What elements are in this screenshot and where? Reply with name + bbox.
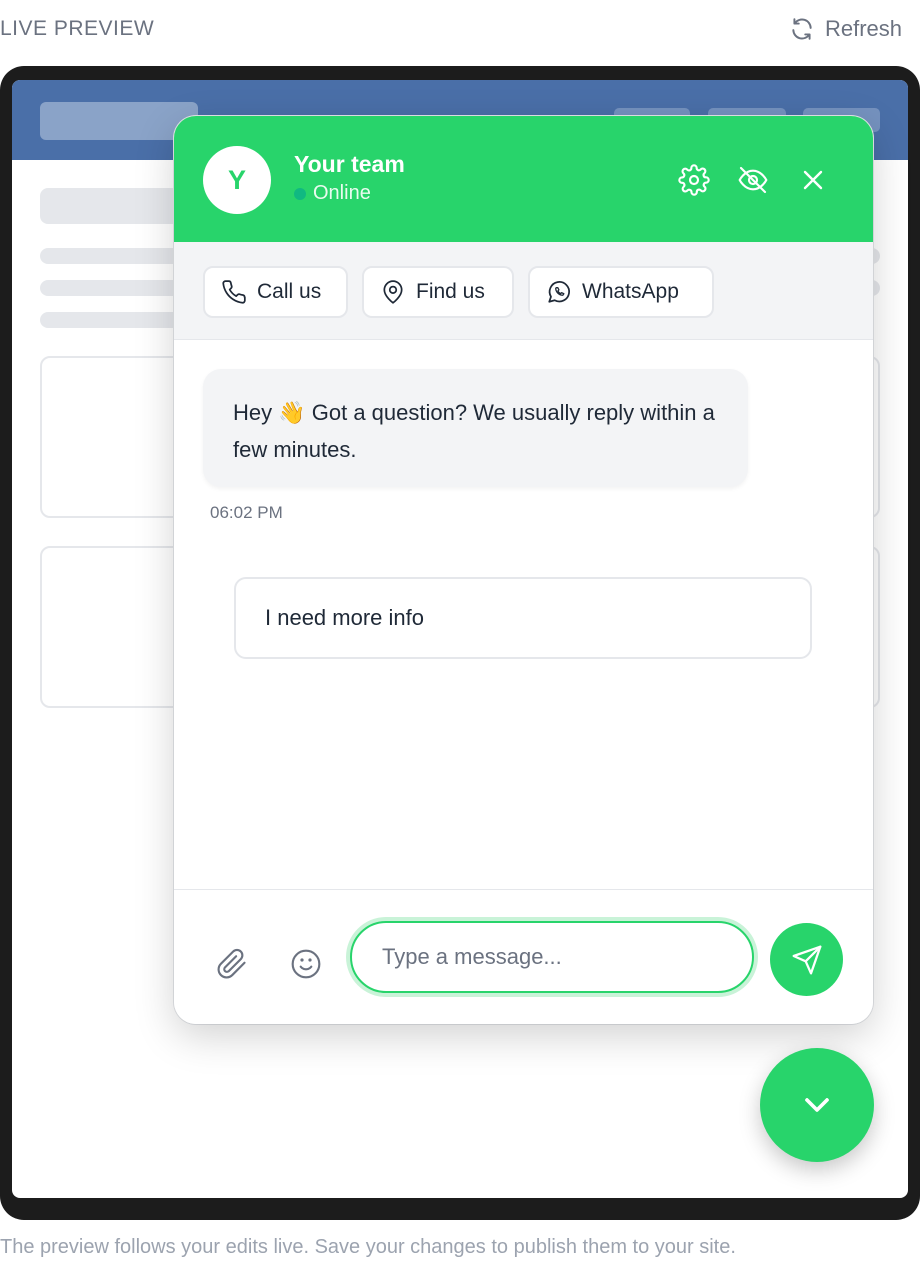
- whatsapp-icon: [548, 281, 570, 303]
- settings-button[interactable]: [676, 162, 712, 198]
- whatsapp-button[interactable]: WhatsApp: [528, 266, 714, 318]
- preview-footnote: The preview follows your edits live. Sav…: [0, 1236, 736, 1258]
- quick-actions-bar: Call us Find us WhatsApp: [174, 242, 873, 340]
- gear-icon: [678, 164, 710, 196]
- team-name: Your team: [294, 151, 405, 177]
- message-input[interactable]: [350, 921, 754, 993]
- call-us-label: Call us: [257, 280, 322, 303]
- whatsapp-label: WhatsApp: [582, 280, 679, 303]
- refresh-icon: [792, 18, 812, 40]
- send-icon: [792, 945, 821, 974]
- emoji-icon: [291, 949, 321, 979]
- hide-button[interactable]: [735, 162, 771, 198]
- close-icon: [803, 170, 823, 190]
- message-timestamp: 06:02 PM: [210, 503, 283, 522]
- preview-label: LIVE PREVIEW: [0, 17, 155, 40]
- quick-reply-option[interactable]: I need more info: [234, 577, 812, 659]
- eye-off-icon: [738, 166, 768, 194]
- find-us-button[interactable]: Find us: [362, 266, 514, 318]
- map-pin-icon: [383, 280, 403, 304]
- chevron-down-icon: [805, 1098, 829, 1112]
- status-indicator: Online: [294, 182, 371, 205]
- close-button[interactable]: [795, 162, 831, 198]
- find-us-label: Find us: [416, 280, 485, 303]
- chat-header: Y Your team Online: [174, 116, 873, 242]
- attach-button[interactable]: [214, 946, 250, 982]
- phone-icon: [222, 280, 246, 304]
- refresh-button[interactable]: Refresh: [789, 16, 902, 42]
- call-us-button[interactable]: Call us: [203, 266, 348, 318]
- refresh-label: Refresh: [824, 16, 902, 41]
- preview-toolbar: LIVE PREVIEW Refresh: [0, 0, 920, 58]
- chat-widget: Y Your team Online Call us Find us Whats…: [174, 116, 873, 1024]
- status-text: Online: [313, 182, 371, 204]
- avatar: Y: [203, 146, 271, 214]
- agent-message-bubble: Hey 👋 Got a question? We usually reply w…: [203, 369, 748, 487]
- online-dot: [294, 187, 306, 200]
- message-composer: [174, 889, 873, 1024]
- chat-toggle-button[interactable]: [760, 1048, 874, 1162]
- emoji-button[interactable]: [288, 946, 324, 982]
- paperclip-icon: [217, 948, 246, 979]
- skeleton-title: [40, 188, 180, 224]
- send-button[interactable]: [770, 923, 843, 996]
